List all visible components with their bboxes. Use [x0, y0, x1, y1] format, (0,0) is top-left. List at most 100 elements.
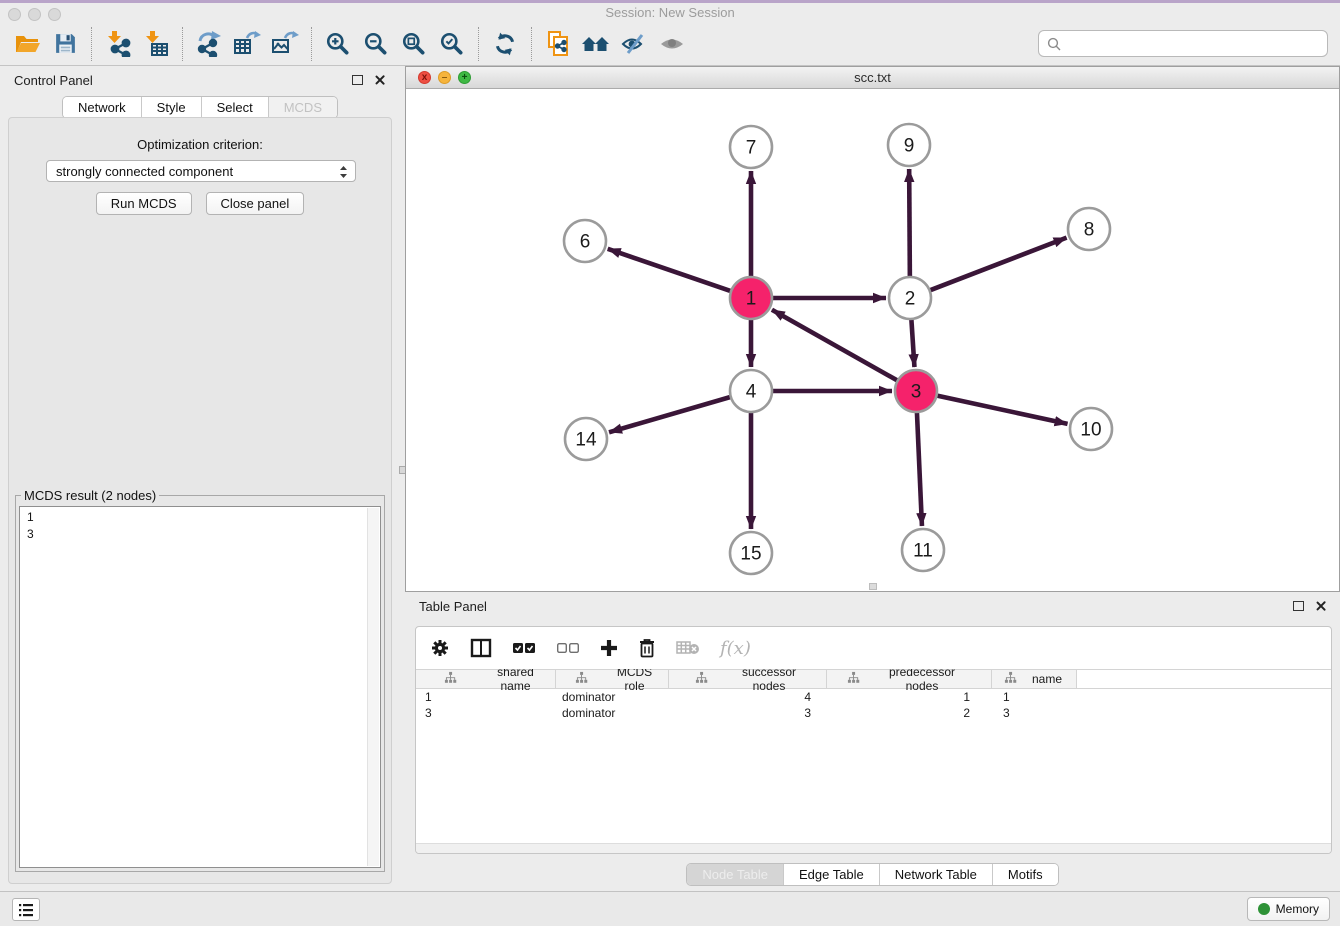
graph-node-label: 14 [575, 430, 597, 451]
optimization-criterion-select[interactable]: strongly connected component [46, 160, 356, 182]
optimization-criterion-value: strongly connected component [56, 164, 233, 179]
network-resize-grip[interactable] [869, 583, 877, 590]
export-image-icon[interactable] [266, 25, 304, 63]
zoom-out-icon[interactable] [357, 25, 395, 63]
graph-node-14[interactable]: 14 [565, 418, 607, 460]
column-header-shared-name[interactable]: shared name [416, 670, 556, 688]
graph-node-label: 8 [1084, 220, 1095, 241]
memory-button[interactable]: Memory [1247, 897, 1330, 921]
zoom-in-icon[interactable] [319, 25, 357, 63]
deselect-all-columns-icon[interactable] [556, 636, 580, 660]
result-scrollbar[interactable] [367, 508, 379, 866]
graph-node-label: 1 [746, 289, 757, 310]
table-tab-motifs[interactable]: Motifs [993, 864, 1058, 885]
table-settings-gear-icon[interactable] [430, 636, 450, 660]
graph-edge-2-8[interactable] [930, 238, 1067, 291]
graph-node-1[interactable]: 1 [730, 277, 772, 319]
open-session-icon[interactable] [8, 25, 46, 63]
network-window-titlebar[interactable]: x – + scc.txt [406, 67, 1339, 89]
graph-node-8[interactable]: 8 [1068, 208, 1110, 250]
graph-node-4[interactable]: 4 [730, 370, 772, 412]
select-all-columns-icon[interactable] [512, 636, 536, 660]
home-icon[interactable] [577, 25, 615, 63]
graph-node-label: 7 [746, 138, 757, 159]
control-tab-mcds[interactable]: MCDS [269, 97, 337, 118]
graph-node-10[interactable]: 10 [1070, 408, 1112, 450]
graph-edge-2-9[interactable] [909, 169, 910, 277]
table-row[interactable]: 3dominator323 [416, 705, 1331, 721]
graph-node-2[interactable]: 2 [889, 277, 931, 319]
graph-node-15[interactable]: 15 [730, 532, 772, 574]
table-cell[interactable]: dominator [556, 689, 669, 705]
graph-node-6[interactable]: 6 [564, 220, 606, 262]
search-box[interactable] [1038, 30, 1328, 57]
task-history-button[interactable] [12, 898, 40, 921]
float-table-panel-icon[interactable] [1293, 601, 1304, 611]
mcds-result-textarea[interactable]: 1 3 [19, 506, 381, 868]
graph-edge-3-10[interactable] [937, 395, 1068, 423]
column-header-predecessor-nodes[interactable]: predecessor nodes [827, 670, 992, 688]
table-cell[interactable]: dominator [556, 705, 669, 721]
import-table-icon[interactable] [137, 25, 175, 63]
show-panel-eye-icon[interactable] [653, 25, 691, 63]
table-cell[interactable]: 1 [827, 689, 992, 705]
search-input[interactable] [1066, 34, 1327, 54]
column-header-MCDS-role[interactable]: MCDS role [556, 670, 669, 688]
column-sort-icon [675, 671, 742, 687]
graph-edge-4-14[interactable] [609, 397, 731, 432]
export-table-icon[interactable] [228, 25, 266, 63]
network-graph[interactable]: 7 9 6 8 1 2 4 3 14 10 15 11 [406, 89, 1339, 591]
close-panel-button[interactable]: Close panel [206, 192, 305, 215]
mcds-panel: Optimization criterion: strongly connect… [8, 117, 392, 884]
delete-column-trash-icon[interactable] [638, 636, 656, 660]
table-cell[interactable]: 3 [669, 705, 827, 721]
graph-edge-1-6[interactable] [608, 249, 731, 291]
table-tab-network-table[interactable]: Network Table [880, 864, 993, 885]
graph-edge-3-1[interactable] [772, 310, 898, 381]
memory-indicator-dot [1258, 903, 1270, 915]
status-bar: Memory [0, 891, 1340, 926]
table-tab-node-table[interactable]: Node Table [687, 864, 784, 885]
hide-panel-eye-icon[interactable] [615, 25, 653, 63]
split-view-icon[interactable] [470, 636, 492, 660]
close-table-panel-icon[interactable] [1315, 600, 1327, 612]
graph-node-label: 4 [746, 382, 757, 403]
float-panel-icon[interactable] [352, 75, 363, 85]
network-canvas[interactable]: 7 9 6 8 1 2 4 3 14 10 15 11 [406, 89, 1339, 591]
table-tab-edge-table[interactable]: Edge Table [784, 864, 880, 885]
table-panel-body: f(x) shared nameMCDS rolesuccessor nodes… [415, 626, 1332, 854]
zoom-fit-icon[interactable] [395, 25, 433, 63]
graph-node-9[interactable]: 9 [888, 124, 930, 166]
close-panel-icon[interactable] [374, 74, 386, 86]
column-header-successor-nodes[interactable]: successor nodes [669, 670, 827, 688]
refresh-icon[interactable] [486, 25, 524, 63]
graph-edge-3-11[interactable] [917, 412, 922, 526]
table-cell[interactable]: 1 [416, 689, 556, 705]
zoom-selected-icon[interactable] [433, 25, 471, 63]
add-column-icon[interactable] [600, 636, 618, 660]
control-tab-select[interactable]: Select [202, 97, 269, 118]
node-table: shared nameMCDS rolesuccessor nodesprede… [416, 669, 1331, 843]
export-network-icon[interactable] [190, 25, 228, 63]
graph-edge-2-3[interactable] [911, 319, 914, 367]
table-cell[interactable]: 2 [827, 705, 992, 721]
toolbar-separator [531, 27, 532, 61]
graph-node-11[interactable]: 11 [902, 529, 944, 571]
run-mcds-button[interactable]: Run MCDS [96, 192, 192, 215]
toolbar-separator [478, 27, 479, 61]
table-cell[interactable]: 3 [416, 705, 556, 721]
graph-node-7[interactable]: 7 [730, 126, 772, 168]
table-cell[interactable]: 4 [669, 689, 827, 705]
table-cell[interactable]: 3 [992, 705, 1077, 721]
table-row[interactable]: 1dominator411 [416, 689, 1331, 705]
table-cell[interactable]: 1 [992, 689, 1077, 705]
control-tab-network[interactable]: Network [63, 97, 142, 118]
table-hscrollbar[interactable] [416, 843, 1331, 853]
graph-node-label: 11 [913, 541, 933, 562]
save-session-icon[interactable] [46, 25, 84, 63]
import-network-icon[interactable] [99, 25, 137, 63]
duplicate-network-icon[interactable] [539, 25, 577, 63]
control-tab-style[interactable]: Style [142, 97, 202, 118]
graph-node-3[interactable]: 3 [895, 370, 937, 412]
column-header-name[interactable]: name [992, 670, 1077, 688]
